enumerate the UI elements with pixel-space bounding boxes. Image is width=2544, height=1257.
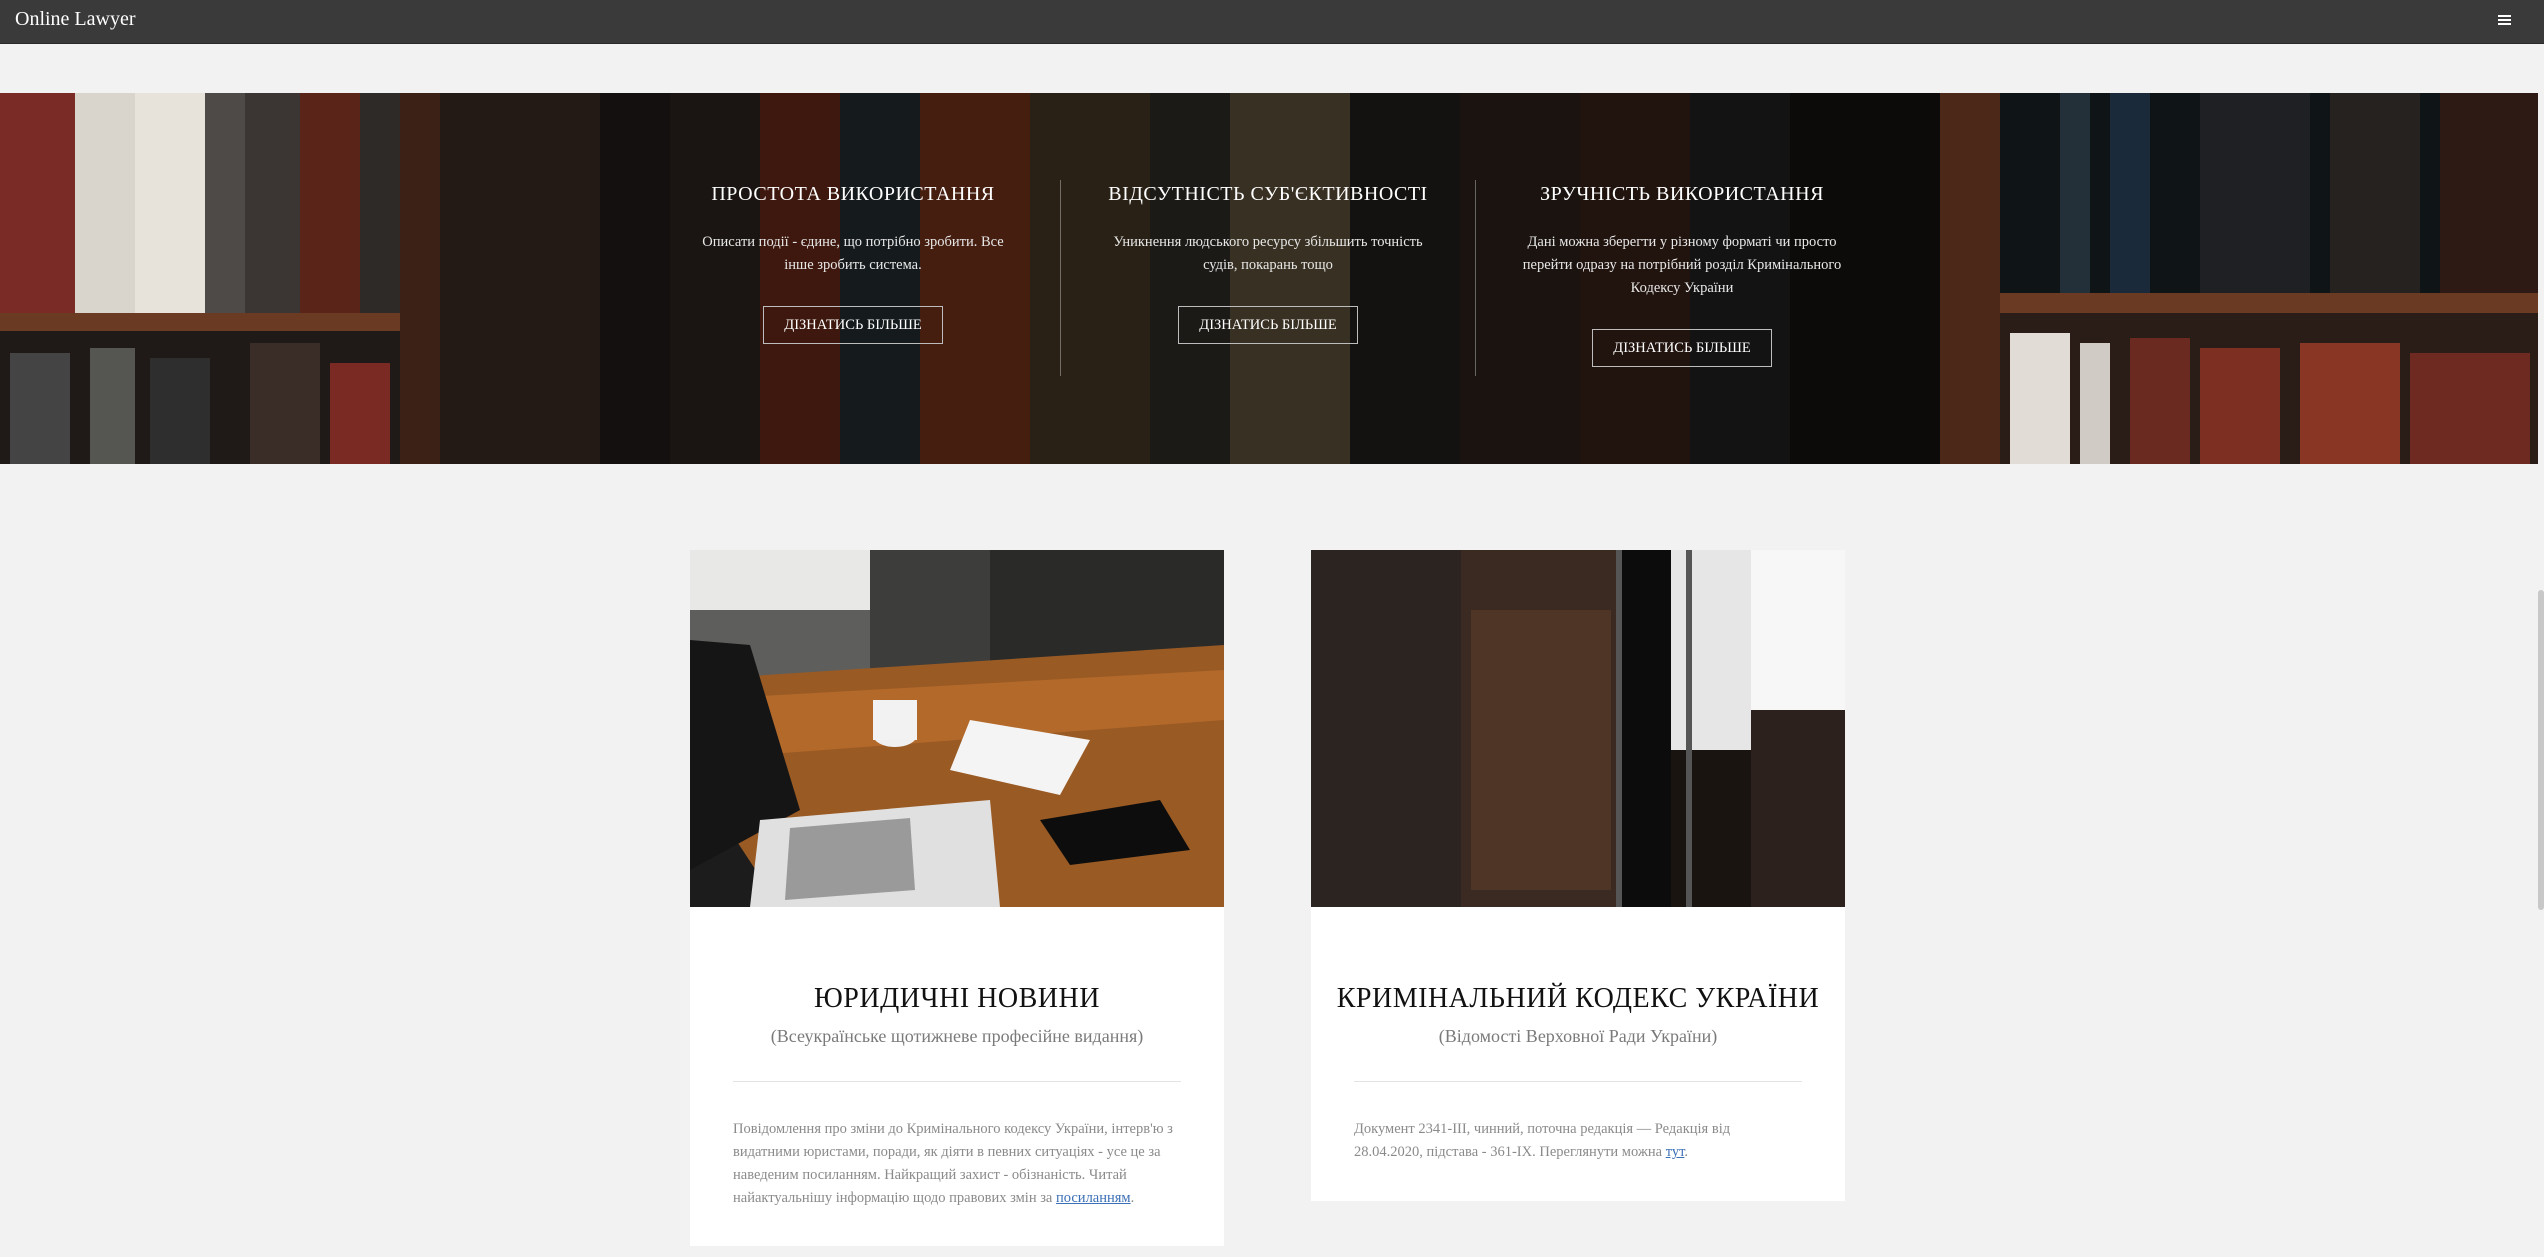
card-divider [733,1081,1181,1082]
card-criminal-code: КРИМІНАЛЬНИЙ КОДЕКС УКРАЇНИ (Відомості В… [1311,550,1845,1201]
feature-convenience: ЗРУЧНІСТЬ ВИКОРИСТАННЯ Дані можна зберег… [1522,93,1842,464]
code-link[interactable]: тут [1666,1144,1685,1160]
feature-text: Уникнення людського ресурсу збільшить то… [1113,234,1423,273]
card-body: Документ 2341-III, чинний, поточна редак… [1354,1121,1731,1160]
feature-ease-of-use: ПРОСТОТА ВИКОРИСТАННЯ Описати події - єд… [693,93,1013,464]
feature-divider [1475,180,1476,376]
feature-title: ЗРУЧНІСТЬ ВИКОРИСТАННЯ [1540,183,1824,205]
feature-objectivity: ВІДСУТНІСТЬ СУБ'ЄКТИВНОСТІ Уникнення люд… [1108,93,1428,464]
scrollbar-thumb[interactable] [2538,590,2544,910]
learn-more-button[interactable]: ДІЗНАТИСЬ БІЛЬШЕ [763,306,943,344]
hero-features-section: ПРОСТОТА ВИКОРИСТАННЯ Описати події - єд… [0,93,2538,464]
feature-title: ПРОСТОТА ВИКОРИСТАННЯ [711,183,995,205]
card-legal-news: ЮРИДИЧНІ НОВИНИ (Всеукраїнське щотижневе… [690,550,1224,1246]
feature-title: ВІДСУТНІСТЬ СУБ'ЄКТИВНОСТІ [1108,183,1428,205]
card-subtitle: (Відомості Верховної Ради України) [1438,1026,1718,1046]
laptop-desk-photo [690,550,1224,907]
news-link[interactable]: посиланням [1056,1190,1131,1206]
card-subtitle: (Всеукраїнське щотижневе професійне вида… [770,1026,1144,1046]
hamburger-menu-icon[interactable] [2494,10,2518,30]
card-divider [1354,1081,1802,1082]
card-title: КРИМІНАЛЬНИЙ КОДЕКС УКРАЇНИ [1336,983,1820,1014]
feature-divider [1060,180,1061,376]
library-shelves-photo [1311,550,1845,907]
card-title: ЮРИДИЧНІ НОВИНИ [814,983,1100,1014]
feature-text: Описати події - єдине, що потрібно зроби… [702,234,1004,273]
learn-more-button[interactable]: ДІЗНАТИСЬ БІЛЬШЕ [1592,329,1772,367]
feature-text: Дані можна зберегти у різному форматі чи… [1522,234,1842,296]
card-body: Повідомлення про зміни до Кримінального … [733,1121,1173,1206]
top-navbar: Online Lawyer [0,0,2544,44]
learn-more-button[interactable]: ДІЗНАТИСЬ БІЛЬШЕ [1178,306,1358,344]
brand-logo[interactable]: Online Lawyer [15,8,136,30]
